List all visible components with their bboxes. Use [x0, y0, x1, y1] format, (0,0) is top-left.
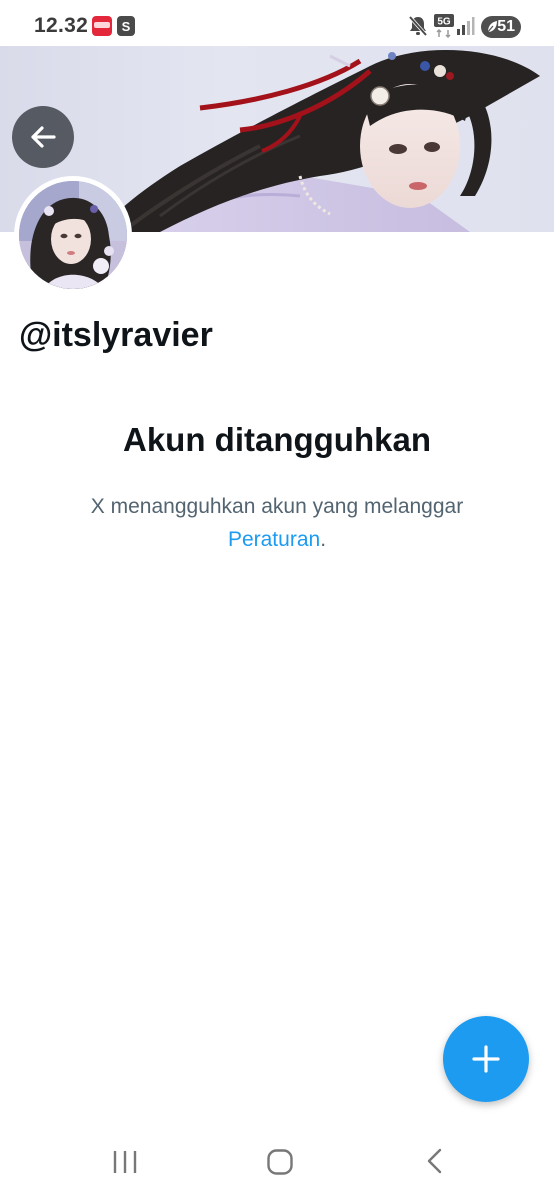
profile-avatar[interactable]: [14, 176, 132, 294]
home-icon[interactable]: [266, 1148, 294, 1176]
plus-icon: [472, 1045, 500, 1073]
back-button[interactable]: [12, 106, 74, 168]
profile-handle: @itslyravier: [19, 316, 213, 354]
arrow-left-icon: [31, 126, 56, 148]
compose-fab-button[interactable]: [443, 1016, 529, 1102]
suspended-title: Akun ditangguhkan: [123, 421, 431, 458]
suspended-description-prefix: X menangguhkan akun yang melanggar: [90, 495, 464, 518]
rules-link[interactable]: Peraturan: [228, 528, 320, 551]
back-icon[interactable]: [424, 1147, 446, 1175]
5g-network-icon: 5G: [434, 14, 454, 39]
mute-icon: [408, 15, 428, 37]
battery-indicator: 51: [481, 16, 521, 38]
system-nav-bar: [0, 1124, 554, 1200]
status-time: 12.32: [34, 14, 89, 37]
suspended-description-suffix: .: [320, 528, 327, 551]
signal-icon: [457, 17, 475, 35]
recents-icon[interactable]: [112, 1149, 138, 1175]
screen: 12.32 S 5G 51 @itslyravier Akun ditanggu…: [0, 0, 554, 1200]
network-label: 5G: [437, 17, 451, 28]
news-app-icon: [92, 16, 112, 36]
shop-app-icon: S: [117, 16, 135, 36]
battery-level: 51: [497, 18, 515, 35]
avatar-image: [19, 181, 127, 289]
suspended-description: X menangguhkan akun yang melanggar Perat…: [40, 490, 514, 556]
power-saving-icon: [486, 21, 497, 34]
status-bar: 12.32 S 5G 51: [0, 0, 554, 46]
